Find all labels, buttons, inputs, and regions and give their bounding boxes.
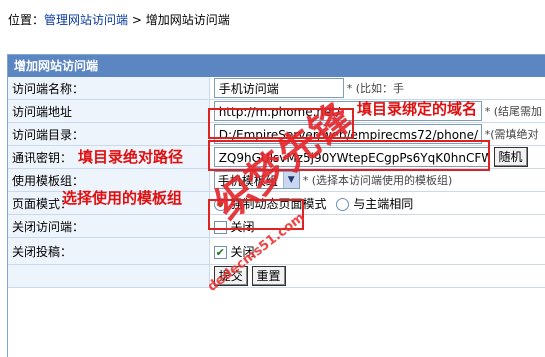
breadcrumb: 位置：管理网站访问端 > 增加网站访问端	[8, 11, 230, 28]
breadcrumb-separator: >	[131, 13, 142, 27]
reset-button[interactable]: 重置	[251, 266, 286, 286]
label-close-post: 关闭投稿：	[8, 237, 210, 265]
name-hint: * (比如：手	[346, 82, 404, 95]
label-close-site: 关闭访问端：	[8, 214, 210, 238]
close-post-checkbox[interactable]: ✔	[213, 245, 227, 259]
random-key-button[interactable]: 随机	[493, 147, 528, 167]
radio-same-as-main[interactable]	[336, 197, 350, 211]
url-hint: * (结尾需加	[484, 105, 542, 118]
label-dir: 访问端目录：	[8, 122, 210, 146]
radio-same-as-main-label: 与主端相同	[353, 196, 414, 211]
annotation-template: 选择使用的模板组	[62, 189, 183, 207]
dir-hint: *(需填绝对	[484, 128, 539, 141]
breadcrumb-prefix: 位置：	[8, 13, 45, 27]
label-name: 访问端名称：	[8, 77, 210, 100]
breadcrumb-current: 增加网站访问端	[145, 13, 230, 27]
annotation-domain: 填目录绑定的域名	[357, 100, 478, 118]
row-buttons: 提交 重置	[8, 264, 545, 288]
label-url: 访问端地址	[8, 99, 210, 123]
breadcrumb-link-manage[interactable]: 管理网站访问端	[44, 13, 128, 27]
row-name: 访问端名称： 手机访问端 * (比如：手	[8, 77, 545, 100]
panel-title: 增加网站访问端	[8, 55, 545, 77]
template-hint: * (选择本访问端使用的模板组)	[302, 174, 453, 187]
annotation-path: 填目录绝对路径	[78, 148, 184, 166]
